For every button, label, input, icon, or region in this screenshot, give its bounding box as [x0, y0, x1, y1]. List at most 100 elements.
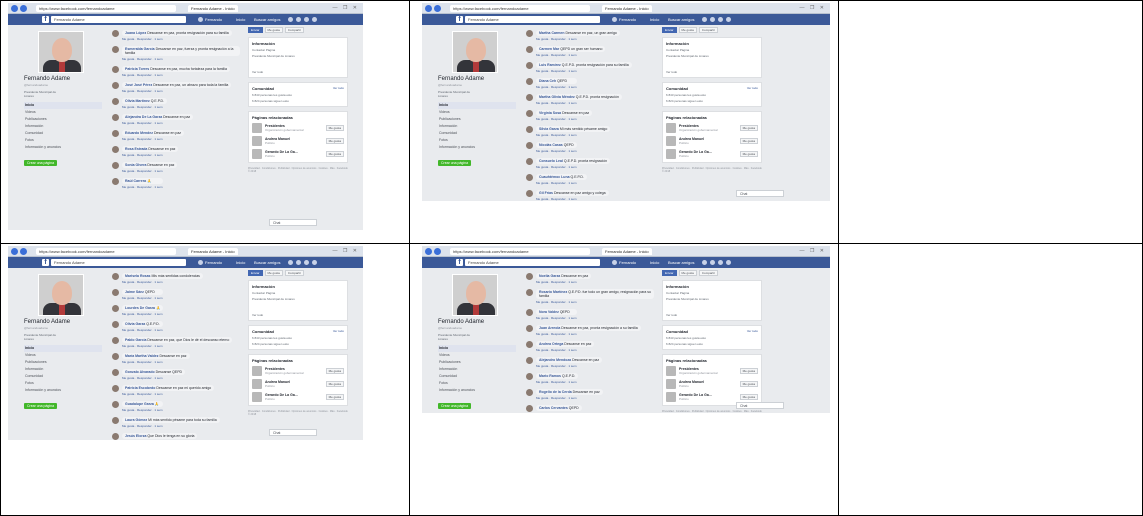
comment-author[interactable]: Martha Carmen	[539, 31, 564, 35]
like-page-button[interactable]: Me gusta	[739, 394, 758, 400]
profile-photo[interactable]	[452, 31, 498, 73]
comment-actions[interactable]: Me gusta · Responder · 1 sem	[122, 37, 232, 41]
page-title[interactable]: Fernando Adame	[438, 319, 516, 325]
help-icon[interactable]	[312, 17, 317, 22]
header-user[interactable]: Fernando	[619, 259, 636, 266]
chat-bar[interactable]: Chat	[269, 219, 317, 226]
avatar[interactable]	[112, 289, 119, 296]
help-icon[interactable]	[726, 260, 731, 265]
header-find-friends[interactable]: Buscar amigos	[668, 16, 694, 23]
facebook-logo-icon[interactable]: f	[42, 16, 49, 23]
sidebar-item[interactable]: Información	[438, 366, 516, 373]
facebook-logo-icon[interactable]: f	[456, 16, 463, 23]
sidebar-item[interactable]: Información y anuncios	[24, 144, 102, 151]
like-page-button[interactable]: Me gusta	[739, 125, 758, 131]
send-button[interactable]: Enviar	[248, 27, 263, 33]
contact-page-link[interactable]: Contactar Página	[666, 48, 758, 52]
sidebar-item[interactable]: Fotos	[438, 137, 516, 144]
contact-page-link[interactable]: Contactar Página	[252, 291, 344, 295]
like-page-button[interactable]: Me gusta	[325, 368, 344, 374]
related-page[interactable]: Presidentes Organización gubernamental Me…	[252, 366, 344, 376]
avatar[interactable]	[112, 130, 119, 137]
comment-author[interactable]: María Martha Valdez	[125, 354, 158, 358]
comment-actions[interactable]: Me gusta · Responder · 1 sem	[122, 360, 190, 364]
page-title[interactable]: Fernando Adame	[24, 319, 102, 325]
comment-author[interactable]: Nicolás Casas	[539, 143, 563, 147]
header-home[interactable]: Inicio	[650, 16, 659, 23]
comment-author[interactable]: Gil Frías	[539, 191, 553, 195]
comment-author[interactable]: Alejandro Mendoza	[539, 358, 571, 362]
comment-actions[interactable]: Me gusta · Responder · 1 sem	[122, 121, 193, 125]
comment-author[interactable]: Juana López	[125, 31, 146, 35]
avatar[interactable]	[526, 46, 533, 53]
related-page[interactable]: Presidentes Organización gubernamental Me…	[666, 123, 758, 133]
comment-actions[interactable]: Me gusta · Responder · 1 sem	[122, 392, 214, 396]
forward-icon[interactable]	[20, 248, 27, 255]
address-bar[interactable]: https://www.facebook.com/fernandoadame	[450, 248, 590, 255]
sidebar-item[interactable]: Videos	[24, 109, 102, 116]
comment-author[interactable]: Pablo García	[125, 338, 146, 342]
avatar[interactable]	[526, 78, 533, 85]
page-footer[interactable]: Privacidad · Condiciones · Publicidad · …	[248, 410, 348, 416]
comment-author[interactable]: Lourdes De Garza	[125, 306, 155, 310]
messages-icon[interactable]	[296, 260, 301, 265]
friend-requests-icon[interactable]	[288, 17, 293, 22]
profile-avatar-icon[interactable]	[612, 17, 617, 22]
like-button[interactable]: Me gusta	[264, 27, 283, 33]
address-bar[interactable]: https://www.facebook.com/fernandoadame	[450, 5, 590, 12]
related-page[interactable]: Gerardo De La Ga... Político Me gusta	[252, 392, 344, 402]
avatar[interactable]	[112, 321, 119, 328]
page-username[interactable]: @fernandoadame	[24, 83, 102, 87]
comment-author[interactable]: Silvia Garza	[539, 127, 559, 131]
comment-actions[interactable]: Me gusta · Responder · 1 sem	[536, 85, 577, 89]
comment-author[interactable]: Luis Ramírez	[539, 63, 561, 67]
comment-author[interactable]: Juan Arreola	[539, 326, 560, 330]
avatar[interactable]	[526, 190, 533, 197]
avatar[interactable]	[526, 289, 533, 296]
page-footer[interactable]: Privacidad · Condiciones · Publicidad · …	[248, 167, 348, 173]
comment-author[interactable]: Andrea Ortega	[539, 342, 563, 346]
browser-tab[interactable]: Fernando Adame - Inicio	[602, 5, 652, 12]
community-see-all-link[interactable]: Ver todo	[747, 329, 758, 334]
contact-page-link[interactable]: Contactar Página	[666, 291, 758, 295]
friend-requests-icon[interactable]	[702, 17, 707, 22]
comment-actions[interactable]: Me gusta · Responder · 1 sem	[122, 89, 231, 93]
chat-bar[interactable]: Chat	[736, 402, 784, 409]
notifications-icon[interactable]	[304, 260, 309, 265]
page-thumbnail[interactable]	[666, 149, 676, 159]
messages-icon[interactable]	[296, 17, 301, 22]
comment-actions[interactable]: Me gusta · Responder · 1 sem	[536, 300, 654, 304]
related-page[interactable]: Presidentes Organización gubernamental Me…	[252, 123, 344, 133]
avatar[interactable]	[526, 126, 533, 133]
sidebar-item[interactable]: Comunidad	[24, 373, 102, 380]
avatar[interactable]	[112, 401, 119, 408]
sidebar-item[interactable]: Inicio	[438, 102, 516, 109]
avatar[interactable]	[526, 110, 533, 117]
page-username[interactable]: @fernandoadame	[438, 326, 516, 330]
page-thumbnail[interactable]	[252, 379, 262, 389]
avatar[interactable]	[526, 389, 533, 396]
forward-icon[interactable]	[20, 5, 27, 12]
comment-actions[interactable]: Me gusta · Responder · 1 sem	[536, 316, 577, 320]
header-home[interactable]: Inicio	[236, 259, 245, 266]
comment-author[interactable]: Mario Ramos	[539, 374, 561, 378]
facebook-logo-icon[interactable]: f	[456, 259, 463, 266]
avatar[interactable]	[112, 353, 119, 360]
like-page-button[interactable]: Me gusta	[325, 381, 344, 387]
comment-actions[interactable]: Me gusta · Responder · 1 sem	[536, 332, 641, 336]
header-find-friends[interactable]: Buscar amigos	[254, 259, 280, 266]
avatar[interactable]	[112, 98, 119, 105]
comment-author[interactable]: Jaime Sáez	[125, 290, 144, 294]
profile-avatar-icon[interactable]	[198, 17, 203, 22]
comment-actions[interactable]: Me gusta · Responder · 1 sem	[122, 296, 163, 300]
like-page-button[interactable]: Me gusta	[325, 394, 344, 400]
related-page[interactable]: Andrea Manuel Político Me gusta	[252, 379, 344, 389]
comment-author[interactable]: Alejandra De La Garza	[125, 115, 162, 119]
comment-actions[interactable]: Me gusta · Responder · 1 sem	[536, 53, 605, 57]
comment-actions[interactable]: Me gusta · Responder · 1 sem	[536, 412, 582, 413]
notifications-icon[interactable]	[304, 17, 309, 22]
comment-author[interactable]: Patricia Escobedo	[125, 386, 155, 390]
sidebar-item[interactable]: Información	[438, 123, 516, 130]
send-button[interactable]: Enviar	[662, 270, 677, 276]
address-bar[interactable]: https://www.facebook.com/fernandoadame	[36, 248, 176, 255]
